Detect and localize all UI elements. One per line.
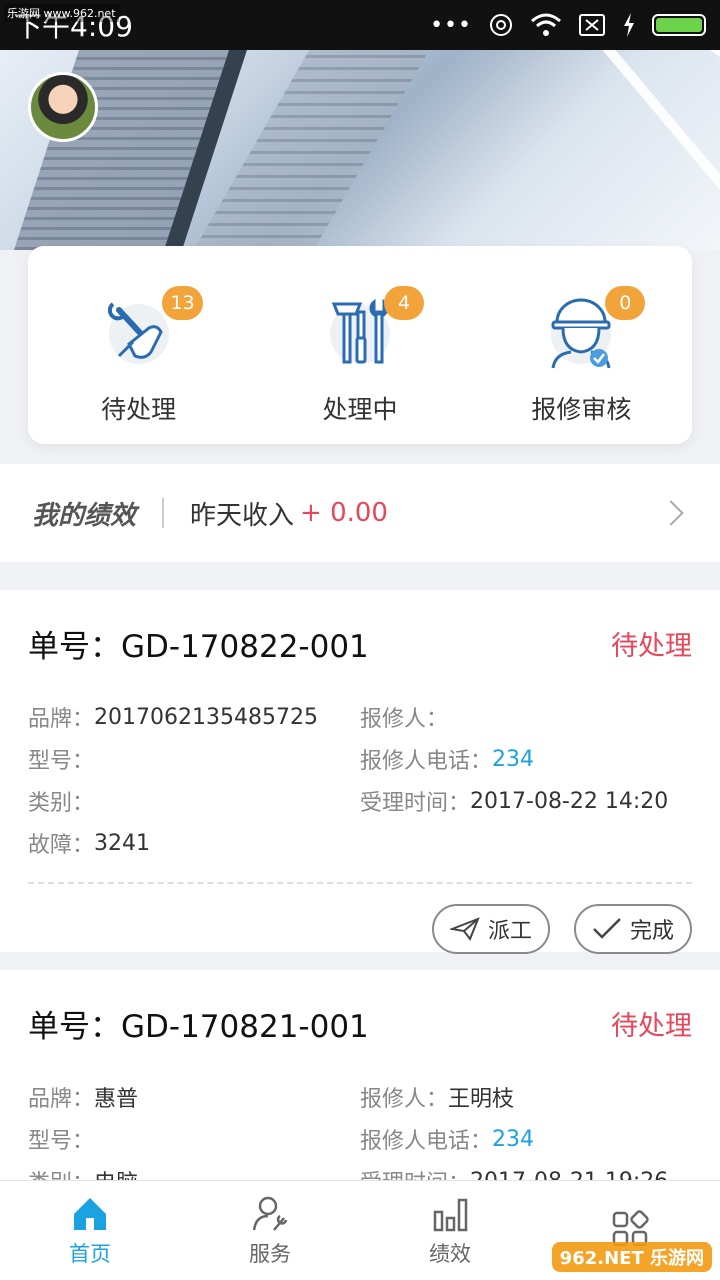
nav-home[interactable]: 首页	[0, 1181, 180, 1280]
wifi-icon	[531, 13, 561, 36]
complete-label: 完成	[629, 919, 674, 944]
income-label: 昨天收入	[190, 500, 295, 531]
watermark-logo: 962.NET 乐游网	[551, 1242, 712, 1272]
review-count-badge: 0	[605, 286, 646, 320]
brand-field: 品牌： 惠普	[28, 1087, 139, 1112]
income-value: + 0.00	[300, 498, 388, 528]
dispatch-button[interactable]: 派工	[431, 904, 550, 954]
category-field: 类别：	[28, 791, 95, 816]
reporter-field: 报修人：	[360, 707, 449, 732]
phone-link[interactable]: 234	[492, 1127, 534, 1152]
checkmark-icon	[593, 918, 621, 939]
phone-field: 报修人电话： 234	[360, 746, 535, 775]
status-icons: •••	[430, 12, 706, 38]
chevron-right-icon	[658, 500, 684, 526]
dispatch-label: 派工	[487, 919, 532, 944]
bar-chart-icon	[433, 1198, 468, 1231]
action-processing-label: 处理中	[322, 395, 398, 424]
reporter-field: 报修人： 王明枝	[360, 1087, 515, 1112]
nav-service[interactable]: 服务	[180, 1181, 360, 1280]
model-field: 型号：	[28, 749, 95, 774]
user-avatar[interactable]	[28, 72, 98, 142]
order-card[interactable]: 单号：GD-170821-001 待处理 品牌： 惠普 报修人： 王明枝 型号： 报…	[0, 970, 720, 1196]
time-field: 受理时间： 2017-08-22 14:20	[360, 788, 669, 817]
order-status: 待处理	[611, 1010, 692, 1042]
model-field: 型号：	[28, 1129, 95, 1154]
order-number: 单号：GD-170822-001	[28, 628, 369, 665]
divider	[162, 498, 165, 528]
nav-performance-label: 绩效	[429, 1241, 471, 1266]
home-icon	[74, 1197, 106, 1230]
brand-field: 品牌： 2017062135485725	[28, 704, 318, 733]
header-banner	[0, 50, 720, 250]
action-processing[interactable]: 4 处理中	[249, 246, 470, 444]
order-status: 待处理	[611, 630, 692, 662]
phone-field: 报修人电话： 234	[360, 1126, 535, 1155]
pending-count-badge: 13	[162, 286, 203, 320]
more-dots-icon: •••	[430, 12, 472, 38]
action-pending[interactable]: 13 待处理	[28, 246, 249, 444]
complete-button[interactable]: 完成	[573, 904, 692, 954]
paper-plane-icon	[449, 917, 480, 941]
battery-icon	[652, 14, 706, 36]
order-card[interactable]: 单号：GD-170822-001 待处理 品牌： 2017062135485725…	[0, 590, 720, 954]
action-pending-label: 待处理	[101, 395, 177, 424]
action-review-label: 报修审核	[531, 395, 632, 424]
watermark-overlay: 乐游网 www.962.net	[4, 4, 119, 22]
action-review[interactable]: 0 报修审核	[471, 246, 692, 444]
performance-title: 我的绩效	[32, 500, 137, 531]
nav-performance[interactable]: 绩效	[360, 1181, 540, 1280]
action-card: 13 待处理 4 处理中 0 报修审核	[28, 246, 692, 444]
nav-home-label: 首页	[69, 1241, 111, 1266]
order-number: 单号：GD-170821-001	[28, 1008, 369, 1045]
phone-link[interactable]: 234	[492, 747, 534, 772]
service-icon	[252, 1196, 288, 1231]
nav-service-label: 服务	[249, 1241, 291, 1266]
no-sim-icon	[579, 14, 605, 36]
fault-field: 故障： 3241	[28, 830, 151, 859]
charging-icon	[624, 13, 634, 37]
performance-bar[interactable]: 我的绩效 昨天收入 + 0.00	[0, 464, 720, 562]
hotspot-icon	[490, 14, 512, 36]
processing-count-badge: 4	[383, 286, 424, 320]
